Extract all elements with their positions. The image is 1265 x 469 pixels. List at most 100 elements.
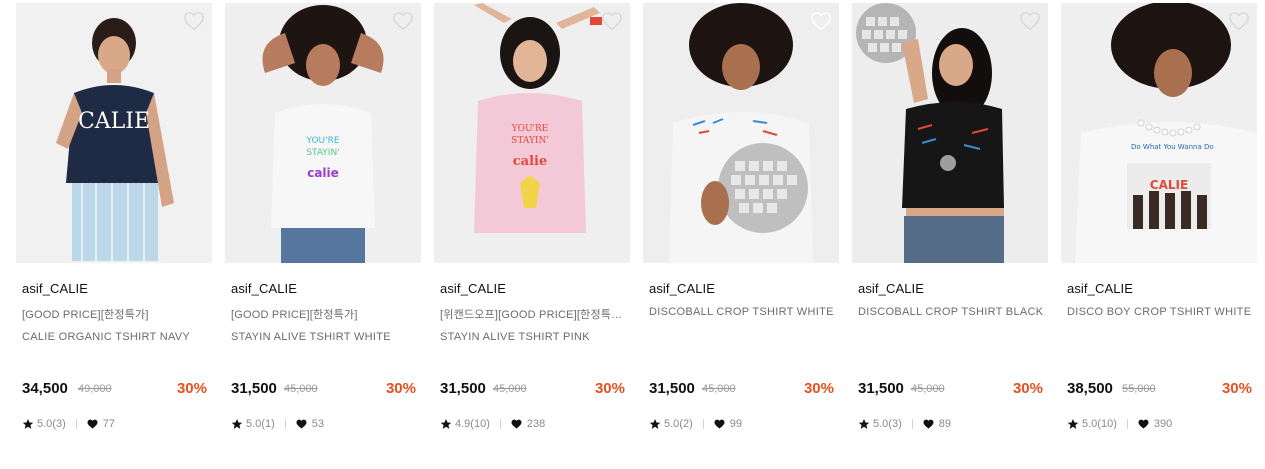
brand-name[interactable]: asif_CALIE <box>231 281 297 296</box>
review-meta: 4.9(10) 238 <box>440 416 545 432</box>
original-price: 45,000 <box>284 383 318 395</box>
product-card[interactable]: CALIE asif_CALIE [GOOD PRICE][한정특가] CALI… <box>16 3 212 469</box>
sale-price: 38,500 <box>1067 380 1113 397</box>
wishlist-heart-icon[interactable] <box>392 10 414 32</box>
star-icon <box>858 419 870 429</box>
product-name[interactable]: DISCOBALL CROP TSHIRT BLACK <box>858 306 1043 318</box>
like-count: 390 <box>1153 418 1173 430</box>
brand-name[interactable]: asif_CALIE <box>1067 281 1133 296</box>
discount-rate: 30% <box>385 380 416 397</box>
model-photo: Do What You Wanna Do CALIE <box>1061 3 1257 263</box>
heart-filled-icon <box>511 419 522 429</box>
product-name[interactable]: CALIE ORGANIC TSHIRT NAVY <box>22 331 190 343</box>
star-icon <box>1067 419 1079 429</box>
original-price: 45,000 <box>702 383 736 395</box>
original-price: 49,000 <box>78 383 112 395</box>
review-meta: 5.0(1) 53 <box>231 416 324 432</box>
svg-text:YOU'RE: YOU'RE <box>305 136 339 146</box>
discount-rate: 30% <box>1221 380 1252 397</box>
product-name[interactable]: STAYIN ALIVE TSHIRT WHITE <box>231 331 391 343</box>
brand-name[interactable]: asif_CALIE <box>649 281 715 296</box>
svg-text:calie: calie <box>307 166 339 180</box>
wishlist-heart-icon[interactable] <box>601 10 623 32</box>
product-image[interactable]: YOU'RE STAYIN' calie <box>434 3 630 263</box>
model-photo <box>852 3 1048 263</box>
original-price: 45,000 <box>493 383 527 395</box>
divider <box>499 419 501 429</box>
svg-text:Do What You Wanna Do: Do What You Wanna Do <box>1131 143 1214 151</box>
product-image[interactable]: CALIE <box>16 3 212 263</box>
product-image[interactable]: YOU'RE STAYIN' calie <box>225 3 421 263</box>
svg-text:YOU'RE: YOU'RE <box>511 124 549 134</box>
model-photo: CALIE <box>16 3 212 263</box>
review-meta: 5.0(3) 89 <box>858 416 951 432</box>
review-meta: 5.0(10) 390 <box>1067 416 1172 432</box>
review-meta: 5.0(2) 99 <box>649 416 742 432</box>
promo-tagline: [GOOD PRICE][한정특가] <box>22 309 149 321</box>
divider <box>1126 419 1128 429</box>
price-row: 34,500 49,000 30% <box>22 380 207 400</box>
sale-price: 31,500 <box>649 380 695 397</box>
discount-rate: 30% <box>1012 380 1043 397</box>
wishlist-heart-icon[interactable] <box>810 10 832 32</box>
heart-filled-icon <box>87 419 98 429</box>
rating-value: 5.0(3) <box>873 418 902 430</box>
price-row: 31,500 45,000 30% <box>858 380 1043 400</box>
wishlist-heart-icon[interactable] <box>1019 10 1041 32</box>
svg-text:CALIE: CALIE <box>1150 178 1188 192</box>
like-count: 89 <box>938 418 951 430</box>
svg-text:STAYIN': STAYIN' <box>306 148 339 158</box>
price-row: 38,500 55,000 30% <box>1067 380 1252 400</box>
price-row: 31,500 45,000 30% <box>440 380 625 400</box>
star-icon <box>231 419 243 429</box>
original-price: 45,000 <box>911 383 945 395</box>
product-name[interactable]: STAYIN ALIVE TSHIRT PINK <box>440 331 590 343</box>
svg-text:calie: calie <box>513 154 548 169</box>
like-count: 238 <box>526 418 546 430</box>
like-count: 99 <box>729 418 742 430</box>
heart-filled-icon <box>296 419 307 429</box>
product-name[interactable]: DISCO BOY CROP TSHIRT WHITE <box>1067 306 1251 318</box>
star-icon <box>22 419 34 429</box>
model-photo <box>643 3 839 263</box>
wishlist-heart-icon[interactable] <box>1228 10 1250 32</box>
rating-value: 5.0(3) <box>37 418 66 430</box>
promo-tagline: [GOOD PRICE][한정특가] <box>231 309 358 321</box>
price-row: 31,500 45,000 30% <box>231 380 416 400</box>
heart-filled-icon <box>1138 419 1149 429</box>
svg-text:STAYIN': STAYIN' <box>511 136 549 146</box>
rating-value: 5.0(2) <box>664 418 693 430</box>
star-icon <box>440 419 452 429</box>
product-card[interactable]: asif_CALIE DISCOBALL CROP TSHIRT BLACK 3… <box>852 3 1048 469</box>
brand-name[interactable]: asif_CALIE <box>858 281 924 296</box>
original-price: 55,000 <box>1122 383 1156 395</box>
rating-value: 4.9(10) <box>455 418 490 430</box>
svg-text:CALIE: CALIE <box>78 109 150 134</box>
divider <box>702 419 704 429</box>
brand-name[interactable]: asif_CALIE <box>22 281 88 296</box>
promo-tagline: [위캔드오프][GOOD PRICE][한정특… <box>440 309 623 321</box>
heart-filled-icon <box>714 419 725 429</box>
like-count: 53 <box>311 418 324 430</box>
wishlist-heart-icon[interactable] <box>183 10 205 32</box>
divider <box>911 419 913 429</box>
sale-price: 31,500 <box>440 380 486 397</box>
sale-price: 34,500 <box>22 380 68 397</box>
product-image[interactable]: Do What You Wanna Do CALIE <box>1061 3 1257 263</box>
divider <box>284 419 286 429</box>
product-card[interactable]: YOU'RE STAYIN' calie asif_CALIE [위캔드오프][… <box>434 3 630 469</box>
divider <box>75 419 77 429</box>
rating-value: 5.0(10) <box>1082 418 1117 430</box>
product-card[interactable]: Do What You Wanna Do CALIE asif_CALIE DI… <box>1061 3 1257 469</box>
product-card[interactable]: YOU'RE STAYIN' calie asif_CALIE [GOOD PR… <box>225 3 421 469</box>
model-photo: YOU'RE STAYIN' calie <box>434 3 630 263</box>
product-image[interactable] <box>643 3 839 263</box>
product-image[interactable] <box>852 3 1048 263</box>
heart-filled-icon <box>923 419 934 429</box>
product-grid: CALIE asif_CALIE [GOOD PRICE][한정특가] CALI… <box>16 3 1257 469</box>
price-row: 31,500 45,000 30% <box>649 380 834 400</box>
product-card[interactable]: asif_CALIE DISCOBALL CROP TSHIRT WHITE 3… <box>643 3 839 469</box>
product-name[interactable]: DISCOBALL CROP TSHIRT WHITE <box>649 306 834 318</box>
sale-price: 31,500 <box>858 380 904 397</box>
brand-name[interactable]: asif_CALIE <box>440 281 506 296</box>
